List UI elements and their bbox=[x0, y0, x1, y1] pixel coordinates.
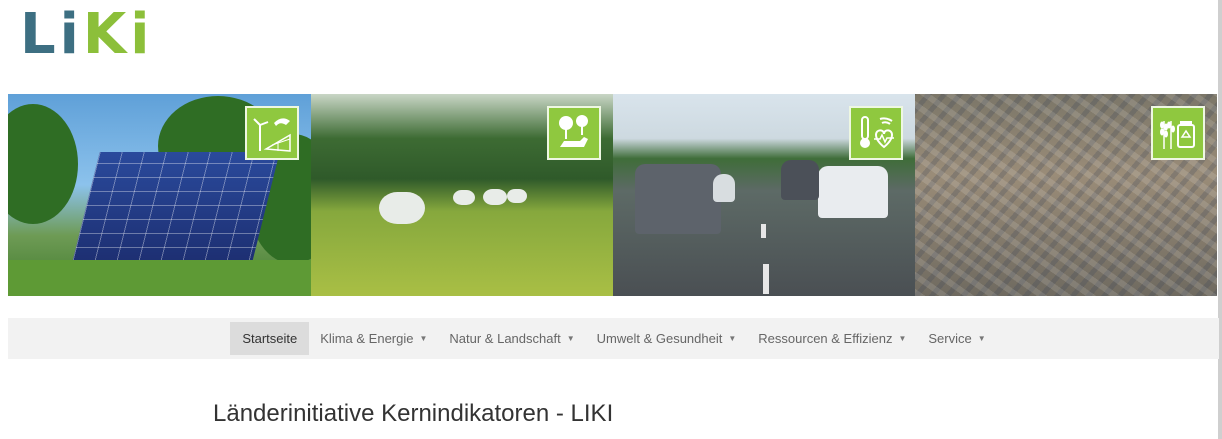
page-title: Länderinitiative Kernindikatoren - LIKI bbox=[213, 400, 614, 427]
nav-item-natur-landschaft[interactable]: Natur & Landschaft ▼ bbox=[438, 322, 585, 355]
banner-image-highway bbox=[613, 94, 915, 296]
header-banner bbox=[8, 94, 1219, 296]
nav-item-label: Service bbox=[928, 331, 972, 346]
tree-shape bbox=[8, 104, 78, 224]
nav-item-label: Startseite bbox=[242, 331, 298, 346]
banner-image-waste bbox=[915, 94, 1217, 296]
caret-down-icon: ▼ bbox=[898, 334, 907, 343]
hay-bale bbox=[379, 192, 425, 224]
nav-item-label: Klima & Energie bbox=[320, 331, 414, 346]
nav-item-ressourcen-effizienz[interactable]: Ressourcen & Effizienz ▼ bbox=[747, 322, 917, 355]
hay-bale bbox=[507, 189, 527, 203]
logo-text-part2: Ki bbox=[82, 2, 154, 67]
road-marking bbox=[763, 264, 769, 294]
car bbox=[818, 166, 888, 218]
main-navigation: Startseite Klima & Energie ▼ Natur & Lan… bbox=[8, 318, 1219, 359]
tree-fox-icon bbox=[547, 106, 601, 160]
banner-image-solar bbox=[8, 94, 311, 296]
grain-recycle-icon bbox=[1151, 106, 1205, 160]
nav-item-label: Natur & Landschaft bbox=[449, 331, 561, 346]
grass bbox=[8, 260, 311, 296]
nav-item-label: Ressourcen & Effizienz bbox=[758, 331, 893, 346]
hay-bale bbox=[453, 190, 475, 205]
caret-down-icon: ▼ bbox=[419, 334, 428, 343]
hay-bale bbox=[483, 189, 507, 205]
thermometer-heart-icon bbox=[849, 106, 903, 160]
logo-text-part1: Li bbox=[20, 2, 83, 67]
nav-item-startseite[interactable]: Startseite bbox=[230, 322, 310, 355]
car bbox=[713, 174, 735, 202]
banner-image-meadow bbox=[311, 94, 613, 296]
caret-down-icon: ▼ bbox=[977, 334, 986, 343]
nav-item-service[interactable]: Service ▼ bbox=[917, 322, 996, 355]
nav-item-umwelt-gesundheit[interactable]: Umwelt & Gesundheit ▼ bbox=[586, 322, 748, 355]
wind-solar-icon bbox=[245, 106, 299, 160]
liki-logo[interactable]: LiKi bbox=[20, 4, 153, 66]
caret-down-icon: ▼ bbox=[566, 334, 575, 343]
road-marking bbox=[761, 224, 766, 238]
nav-item-klima-energie[interactable]: Klima & Energie ▼ bbox=[309, 322, 438, 355]
car bbox=[635, 164, 721, 234]
car bbox=[781, 160, 819, 200]
caret-down-icon: ▼ bbox=[728, 334, 737, 343]
nav-item-label: Umwelt & Gesundheit bbox=[596, 331, 723, 346]
solar-panel bbox=[72, 152, 280, 262]
